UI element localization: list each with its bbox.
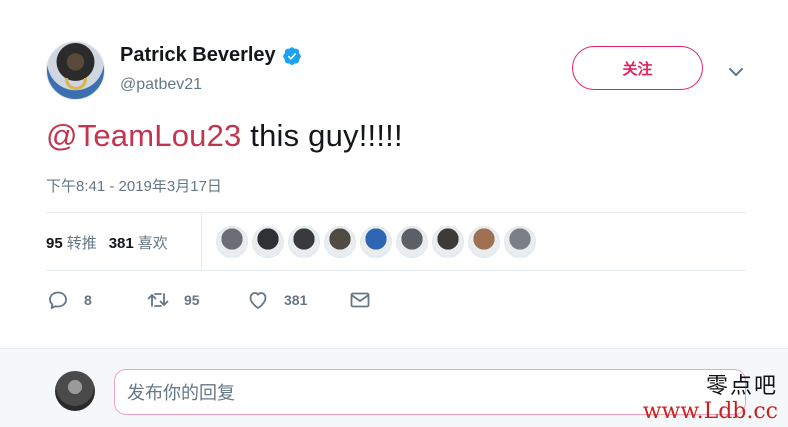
retweets-stat[interactable]: 95 转推 (46, 232, 97, 253)
heart-icon (249, 292, 267, 309)
likes-count: 381 (108, 235, 134, 252)
reply-button[interactable]: 8 (46, 288, 146, 312)
tweet-timestamp[interactable]: 下午8:41 - 2019年3月17日 (46, 175, 222, 196)
likes-stat[interactable]: 381 喜欢 (109, 232, 168, 253)
liker-avatar[interactable] (216, 226, 248, 258)
author-display-name[interactable]: Patrick Beverley (120, 44, 276, 67)
retweet-button[interactable]: 95 (146, 288, 246, 312)
reply-count: 8 (84, 292, 92, 308)
reply-composer: 发布你的回复 零点吧 www.Ldb.cc (0, 348, 788, 427)
liker-avatar[interactable] (504, 226, 536, 258)
tweet-text: @TeamLou23 this guy!!!!! (46, 118, 403, 154)
reply-icon (49, 291, 67, 309)
author-avatar[interactable] (46, 41, 105, 100)
mention-link[interactable]: @TeamLou23 (46, 118, 241, 153)
watermark-line1: 零点吧 (705, 374, 778, 399)
tweet-body: this guy!!!!! (241, 118, 403, 153)
divider (46, 270, 746, 271)
watermark-line2: www.Ldb.cc (642, 399, 778, 425)
liker-avatar[interactable] (432, 226, 464, 258)
author-handle[interactable]: @patbev21 (120, 76, 202, 94)
divider (46, 212, 746, 213)
liker-avatar[interactable] (396, 226, 428, 258)
like-button[interactable]: 381 (246, 288, 348, 312)
likes-label: 喜欢 (137, 235, 168, 252)
liker-avatar[interactable] (288, 226, 320, 258)
like-count: 381 (284, 292, 308, 308)
retweets-label: 转推 (66, 235, 97, 252)
tweet-stats: 95 转推 381 喜欢 (46, 232, 168, 253)
retweet-icon (147, 293, 169, 307)
direct-message-button[interactable] (348, 288, 372, 312)
chevron-down-icon[interactable] (726, 62, 746, 82)
retweets-count: 95 (46, 235, 63, 252)
follow-button[interactable]: 关注 (572, 46, 703, 90)
liker-avatar[interactable] (252, 226, 284, 258)
liker-avatar[interactable] (360, 226, 392, 258)
current-user-avatar[interactable] (55, 371, 95, 411)
watermark: 零点吧 www.Ldb.cc (643, 374, 778, 425)
stats-separator (201, 212, 202, 270)
retweet-count: 95 (184, 292, 200, 308)
tweet-actions: 8 95 381 (46, 288, 372, 312)
liker-avatars (216, 226, 536, 258)
author-name-row: Patrick Beverley (120, 44, 302, 67)
envelope-icon (350, 292, 370, 308)
liker-avatar[interactable] (324, 226, 356, 258)
verified-badge-icon (282, 46, 301, 65)
liker-avatar[interactable] (468, 226, 500, 258)
